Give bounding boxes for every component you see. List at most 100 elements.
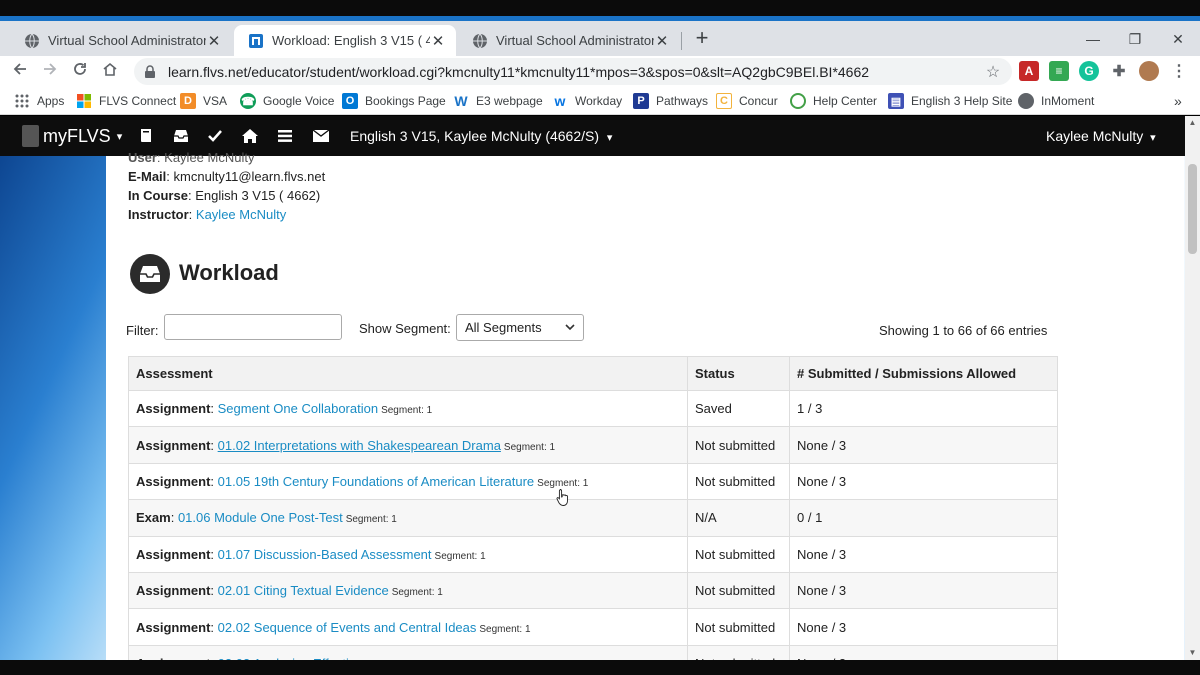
bookmark-workday[interactable]: w Workday bbox=[552, 92, 623, 110]
mail-icon[interactable] bbox=[312, 127, 330, 145]
assessment-type: Exam bbox=[136, 510, 171, 526]
assessment-type: Assignment bbox=[136, 546, 211, 562]
home-button[interactable] bbox=[98, 60, 122, 84]
caret-down-icon: ▾ bbox=[116, 130, 123, 143]
bookmark-help-center[interactable]: Help Center bbox=[790, 92, 877, 110]
p-icon: P bbox=[633, 93, 649, 109]
assessment-link[interactable]: Segment One Collaboration bbox=[218, 401, 378, 416]
scrollbar-thumb[interactable] bbox=[1188, 164, 1197, 254]
assessment-cell: Assignment: 02.03 Analyzing Effective...… bbox=[128, 644, 688, 660]
bookmark-google-voice[interactable]: ☎ Google Voice bbox=[240, 92, 334, 110]
acrobat-extension-icon[interactable]: A bbox=[1019, 61, 1039, 81]
course-selector[interactable]: English 3 V15, Kaylee McNulty (4662/S) ▾ bbox=[350, 128, 612, 144]
submitted-cell: 1 / 3 bbox=[789, 389, 1058, 428]
bookmarks-bar: Apps FLVS Connect D VSA ☎ Google Voice O… bbox=[0, 87, 1200, 115]
table-row: Assignment: 01.07 Discussion-Based Asses… bbox=[128, 535, 1058, 573]
reload-button[interactable] bbox=[68, 60, 92, 84]
segment-tag: Segment: 1 bbox=[434, 550, 486, 562]
profile-avatar[interactable] bbox=[1139, 61, 1159, 81]
student-course-row: In Course: English 3 V15 ( 4662) bbox=[128, 188, 321, 203]
minimize-button[interactable]: — bbox=[1078, 27, 1108, 51]
assessment-cell: Assignment: 01.07 Discussion-Based Asses… bbox=[128, 535, 688, 573]
bookmark-label: Help Center bbox=[813, 94, 878, 108]
book-icon[interactable] bbox=[137, 127, 155, 145]
bookmark-e3-webpage[interactable]: W E3 webpage bbox=[453, 92, 542, 110]
assessment-link[interactable]: 02.01 Citing Textual Evidence bbox=[218, 583, 389, 598]
tab-virtual-school-1[interactable]: Virtual School Administrator ✕ bbox=[10, 25, 232, 56]
bookmark-bookings-page[interactable]: O Bookings Page bbox=[342, 92, 446, 110]
inbox-icon[interactable] bbox=[172, 127, 190, 145]
column-header-status[interactable]: Status bbox=[687, 356, 790, 391]
apps-grid-icon bbox=[14, 93, 30, 109]
scroll-down-arrow-icon[interactable]: ▼ bbox=[1185, 646, 1200, 660]
tab-virtual-school-2[interactable]: Virtual School Administrator ✕ bbox=[458, 25, 680, 56]
reload-icon bbox=[74, 63, 86, 75]
column-header-assessment[interactable]: Assessment bbox=[128, 356, 688, 391]
video-letterbox-top bbox=[0, 0, 1200, 16]
bookmark-label: InMoment bbox=[1041, 94, 1095, 108]
bookmark-label: Workday bbox=[575, 94, 623, 108]
flvs-logo-icon bbox=[22, 125, 39, 147]
assessment-type: Assignment bbox=[136, 437, 211, 453]
instructor-link[interactable]: Kaylee McNulty bbox=[196, 207, 286, 222]
bookmark-apps[interactable]: Apps bbox=[14, 92, 64, 110]
address-bar[interactable]: learn.flvs.net/educator/student/workload… bbox=[134, 58, 1012, 85]
list-icon[interactable] bbox=[276, 127, 294, 145]
column-header-submitted[interactable]: # Submitted / Submissions Allowed bbox=[789, 356, 1058, 391]
bookmarks-overflow-button[interactable]: » bbox=[1174, 92, 1182, 110]
assessment-link[interactable]: 02.02 Sequence of Events and Central Ide… bbox=[218, 620, 477, 635]
close-icon[interactable]: ✕ bbox=[206, 32, 222, 50]
user-name: Kaylee McNulty bbox=[1046, 128, 1144, 144]
assessment-link[interactable]: 01.05 19th Century Foundations of Americ… bbox=[218, 474, 535, 489]
grammarly-extension-icon[interactable]: G bbox=[1079, 61, 1099, 81]
bookmark-label: Google Voice bbox=[263, 94, 335, 108]
bookmark-star-icon[interactable]: ☆ bbox=[984, 62, 1002, 82]
assessment-link[interactable]: 01.02 Interpretations with Shakespearean… bbox=[218, 438, 501, 453]
filter-input[interactable] bbox=[164, 314, 342, 340]
tab-workload[interactable]: Workload: English 3 V15 ( 4662) ✕ bbox=[234, 25, 456, 56]
page-scrollbar[interactable]: ▲ ▼ bbox=[1185, 116, 1200, 660]
notes-extension-icon[interactable]: ≡ bbox=[1049, 61, 1069, 81]
assessment-link[interactable]: 01.07 Discussion-Based Assessment bbox=[218, 547, 432, 562]
bookmark-vsa[interactable]: D VSA bbox=[180, 92, 227, 110]
window-close-button[interactable]: ✕ bbox=[1163, 27, 1193, 51]
browser-tab-strip: Virtual School Administrator ✕ Workload:… bbox=[0, 16, 1200, 56]
bookmark-label: FLVS Connect bbox=[99, 94, 177, 108]
menu-kebab-icon[interactable]: ⋮ bbox=[1169, 61, 1189, 81]
close-icon[interactable]: ✕ bbox=[430, 32, 446, 50]
bookmark-english-3-help-site[interactable]: ▤ English 3 Help Site bbox=[888, 92, 1012, 110]
content-panel: User: Kaylee McNulty E-Mail: kmcnulty11@… bbox=[106, 150, 1184, 660]
close-icon[interactable]: ✕ bbox=[654, 32, 670, 50]
course-name: English 3 V15, Kaylee McNulty (4662/S) bbox=[350, 128, 600, 144]
bookmark-concur[interactable]: C Concur bbox=[716, 92, 778, 110]
restore-button[interactable]: ❐ bbox=[1120, 27, 1150, 51]
home-icon[interactable] bbox=[241, 127, 259, 145]
checkmark-icon[interactable] bbox=[206, 127, 224, 145]
chevron-down-icon bbox=[565, 324, 575, 331]
extensions-puzzle-icon[interactable]: ✚ bbox=[1109, 61, 1129, 81]
video-letterbox-bottom bbox=[0, 660, 1200, 675]
user-menu[interactable]: Kaylee McNulty ▾ bbox=[1046, 128, 1156, 144]
table-row: Assignment: 02.01 Citing Textual Evidenc… bbox=[128, 571, 1058, 610]
segment-select[interactable]: All Segments bbox=[456, 314, 584, 341]
scroll-up-arrow-icon[interactable]: ▲ bbox=[1185, 116, 1200, 130]
workload-table: Assessment Status # Submitted / Submissi… bbox=[128, 356, 1058, 660]
hand-cursor-icon bbox=[556, 489, 568, 506]
workday-icon: w bbox=[554, 93, 566, 109]
assessment-cell: Assignment: 01.05 19th Century Foundatio… bbox=[128, 462, 688, 501]
segment-tag: Segment: 1 bbox=[381, 405, 433, 417]
status-cell: Not submitted bbox=[687, 608, 790, 646]
forward-button[interactable] bbox=[38, 60, 62, 84]
myflvs-logo[interactable]: myFLVS ▾ bbox=[22, 125, 122, 147]
assessment-type: Assignment bbox=[136, 583, 211, 599]
bookmark-pathways[interactable]: P Pathways bbox=[633, 92, 708, 110]
back-button[interactable] bbox=[8, 60, 32, 84]
bookmark-flvs-connect[interactable]: FLVS Connect bbox=[76, 92, 176, 110]
email-value: kmcnulty11@learn.flvs.net bbox=[173, 169, 326, 184]
student-user-row: User: Kaylee McNulty bbox=[128, 150, 255, 165]
instructor-label: Instructor bbox=[128, 207, 189, 222]
assessment-type: Assignment bbox=[136, 401, 211, 417]
assessment-link[interactable]: 01.06 Module One Post-Test bbox=[178, 510, 343, 525]
bookmark-inmoment[interactable]: InMoment bbox=[1018, 92, 1094, 110]
new-tab-button[interactable]: + bbox=[690, 27, 714, 51]
